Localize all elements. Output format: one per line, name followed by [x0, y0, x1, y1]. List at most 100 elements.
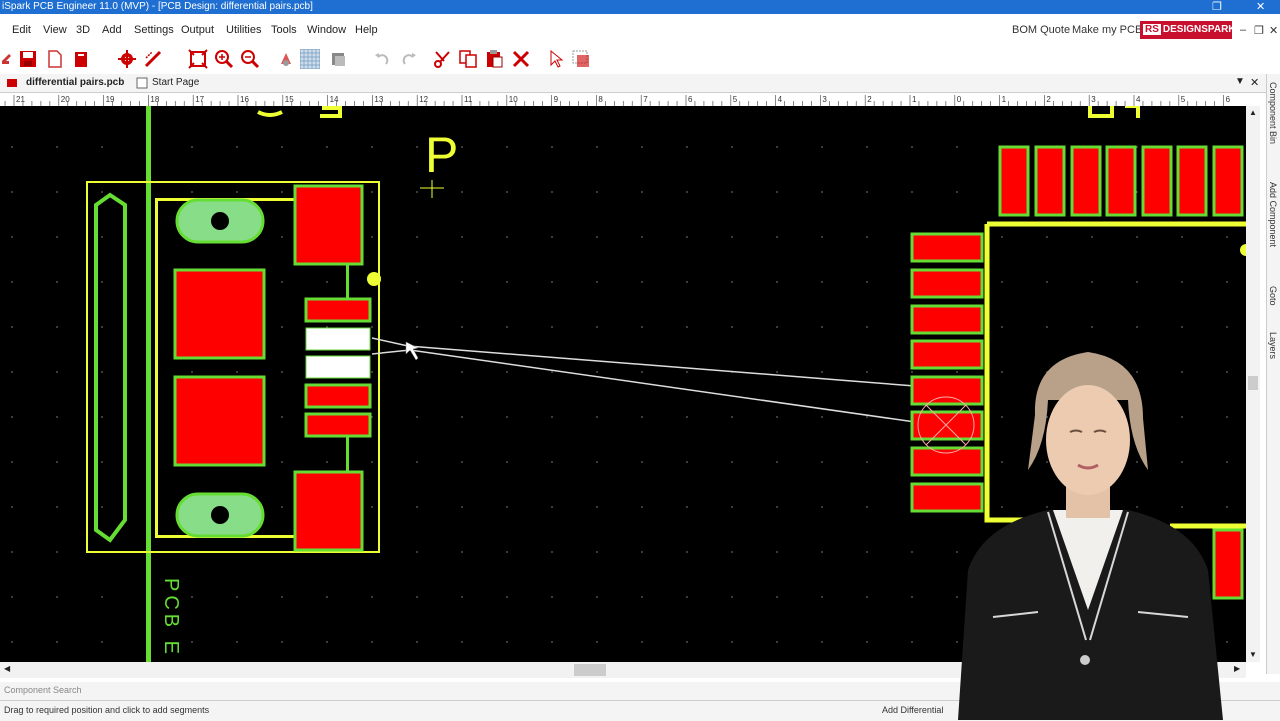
board-silk-text: PCB E [160, 578, 182, 658]
pcb-document-icon [7, 79, 17, 87]
ruler-tick-label: 0 [957, 95, 962, 104]
start-page-icon [136, 77, 148, 89]
component-search-tab[interactable]: Component Search [4, 685, 82, 695]
menu-view[interactable]: View [43, 24, 67, 36]
side-tab-goto[interactable]: Goto [1268, 286, 1278, 306]
menu-edit[interactable]: Edit [12, 24, 31, 36]
copy-icon[interactable] [458, 49, 478, 69]
undo-icon[interactable] [372, 49, 392, 69]
ruler-tick-label: 1 [1002, 95, 1007, 104]
shield-pad[interactable] [173, 268, 266, 360]
ic-pad[interactable] [1176, 145, 1208, 217]
ruler-scale: 21 20 19 18 17 16 15 14 13 12 11 10 9 8 7 6 5 4 3 2 1 0 1 2 3 4 5 6 [4, 95, 1231, 106]
ic-pad[interactable] [1070, 145, 1102, 217]
close-tab-icon[interactable]: ✕ [1250, 76, 1259, 89]
status-mode: Add Differential [882, 705, 944, 715]
restore-doc-icon[interactable]: ❐ [1254, 24, 1264, 37]
save-icon[interactable] [18, 49, 38, 69]
signal-pad[interactable] [304, 383, 372, 409]
ruler-tick-label: 10 [509, 95, 518, 104]
presenter-video-overlay [958, 352, 1223, 720]
signal-pad[interactable] [304, 412, 372, 438]
rs-logo-mark: RS [1143, 24, 1161, 35]
zoom-in-icon[interactable] [214, 49, 234, 69]
zoom-out-icon[interactable] [240, 49, 260, 69]
signal-pad-selected[interactable] [305, 355, 371, 379]
menu-help[interactable]: Help [355, 24, 378, 36]
open-icon[interactable] [0, 49, 20, 69]
tab-start-page[interactable]: Start Page [152, 77, 199, 88]
menu-3d[interactable]: 3D [76, 24, 90, 36]
shield-pad[interactable] [293, 470, 364, 552]
shield-pad[interactable] [293, 184, 364, 266]
ic-pad[interactable] [1212, 145, 1244, 217]
ruler-tick-label: 6 [688, 95, 693, 104]
signal-pad-selected[interactable] [305, 327, 371, 351]
delete-icon[interactable] [511, 49, 531, 69]
close-window-icon[interactable]: ✕ [1256, 0, 1265, 14]
side-tab-component-bin[interactable]: Component Bin [1268, 82, 1278, 144]
signal-pad[interactable] [304, 297, 372, 323]
grid-icon[interactable] [300, 49, 320, 69]
toolbar [0, 44, 1280, 74]
pin1-marker [367, 272, 381, 286]
print-icon[interactable] [72, 49, 92, 69]
paste-icon[interactable] [484, 49, 504, 69]
ic-pad[interactable] [1105, 145, 1137, 217]
selection-filter-icon[interactable] [571, 49, 591, 69]
mounting-drill [211, 506, 229, 524]
scroll-down-icon[interactable]: ▼ [1249, 650, 1257, 659]
scroll-left-icon[interactable]: ◀ [4, 664, 10, 673]
menu-utilities[interactable]: Utilities [226, 24, 261, 36]
pad-link-track [346, 264, 349, 299]
ruler-tick-label: 13 [374, 95, 383, 104]
ic-pad[interactable] [910, 232, 984, 263]
scroll-up-icon[interactable]: ▲ [1249, 108, 1257, 117]
vertical-track [146, 106, 151, 662]
side-panel [1266, 74, 1280, 674]
make-my-pcb-link[interactable]: Make my PCB [1072, 24, 1142, 36]
shield-pad[interactable] [173, 375, 266, 467]
cut-icon[interactable] [432, 49, 452, 69]
ic-pad[interactable] [1034, 145, 1066, 217]
status-hint: Drag to required position and click to a… [4, 705, 210, 715]
zoom-fit-icon[interactable] [188, 49, 208, 69]
ic-pad[interactable] [910, 304, 984, 335]
menu-add[interactable]: Add [102, 24, 122, 36]
tab-differential-pairs[interactable]: differential pairs.pcb [26, 77, 124, 88]
side-tab-add-component[interactable]: Add Component [1268, 182, 1278, 247]
design-rules-icon[interactable] [143, 49, 163, 69]
menu-tools[interactable]: Tools [271, 24, 297, 36]
ruler-tick-label: 6 [1226, 95, 1231, 104]
ruler-tick-label: 20 [61, 95, 70, 104]
ruler-tick-label: 12 [419, 95, 428, 104]
ic-pad[interactable] [998, 145, 1030, 217]
bom-quote-link[interactable]: BOM Quote [1012, 24, 1070, 36]
ref-designator-label[interactable]: P [425, 127, 458, 183]
ruler-tick-label: 16 [240, 95, 249, 104]
ruler-tick-label: 19 [106, 95, 115, 104]
menu-output[interactable]: Output [181, 24, 214, 36]
select-pointer-icon[interactable] [546, 49, 566, 69]
ruler-tick-label: 18 [150, 95, 159, 104]
restore-window-icon[interactable]: ❐ [1212, 0, 1222, 14]
pan-icon[interactable] [276, 49, 296, 69]
menu-window[interactable]: Window [307, 24, 346, 36]
side-tab-layers[interactable]: Layers [1268, 332, 1278, 359]
gear-icon[interactable] [117, 49, 137, 69]
ic-pad[interactable] [910, 268, 984, 299]
menu-settings[interactable]: Settings [134, 24, 174, 36]
redo-icon[interactable] [399, 49, 419, 69]
ruler-tick-label: 17 [195, 95, 204, 104]
layer-icon[interactable] [328, 49, 348, 69]
tab-list-dropdown-icon[interactable]: ▼ [1235, 76, 1245, 87]
horizontal-scroll-thumb[interactable] [574, 664, 606, 676]
close-doc-icon[interactable]: ✕ [1269, 24, 1278, 37]
window-title: iSpark PCB Engineer 11.0 (MVP) - [PCB De… [2, 1, 313, 12]
ruler-tick-label: 5 [1181, 95, 1186, 104]
vertical-scroll-thumb[interactable] [1248, 376, 1258, 390]
vertical-scrollbar[interactable]: ▲ ▼ [1246, 106, 1260, 662]
ic-pad[interactable] [1141, 145, 1173, 217]
minimize-doc-icon[interactable]: – [1240, 24, 1246, 36]
new-document-icon[interactable] [45, 49, 65, 69]
